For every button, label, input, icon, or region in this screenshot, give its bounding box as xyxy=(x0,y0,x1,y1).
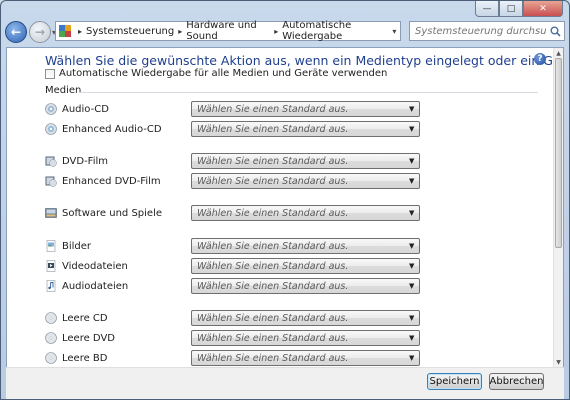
media-row-blank-dvd: Leere DVD Wählen Sie einen Standard aus.… xyxy=(45,329,563,347)
chevron-down-icon: ▼ xyxy=(409,125,415,133)
enhanced-dvd-film-default-select[interactable]: Wählen Sie einen Standard aus. ▼ xyxy=(191,173,420,189)
chevron-down-icon: ▼ xyxy=(409,177,415,185)
media-row-software: Software und Spiele Wählen Sie einen Sta… xyxy=(45,204,563,222)
dvd-film-default-select[interactable]: Wählen Sie einen Standard aus. ▼ xyxy=(191,153,420,169)
blank-bd-icon xyxy=(45,352,57,364)
search-box[interactable] xyxy=(409,21,565,41)
group-divider xyxy=(79,92,538,93)
chevron-down-icon: ▼ xyxy=(409,242,415,250)
video-files-default-select[interactable]: Wählen Sie einen Standard aus. ▼ xyxy=(191,258,420,274)
search-icon[interactable] xyxy=(546,26,564,37)
autoplay-all-checkbox[interactable] xyxy=(45,68,55,79)
page-title: Wählen Sie die gewünschte Aktion aus, we… xyxy=(45,53,563,68)
audio-files-icon xyxy=(46,280,56,292)
autoplay-all-option[interactable]: Automatische Wiedergabe für alle Medien … xyxy=(45,68,387,79)
media-row-video-files: Videodateien Wählen Sie einen Standard a… xyxy=(45,257,563,275)
audio-cd-default-select[interactable]: Wählen Sie einen Standard aus. ▼ xyxy=(191,101,420,117)
control-panel-icon xyxy=(59,25,71,37)
media-group-label: Medien xyxy=(45,85,82,96)
media-label: Audiodateien xyxy=(62,280,129,292)
pictures-default-select[interactable]: Wählen Sie einen Standard aus. ▼ xyxy=(191,238,420,254)
media-label: Leere DVD xyxy=(62,332,115,344)
software-default-select[interactable]: Wählen Sie einen Standard aus. ▼ xyxy=(191,205,420,221)
media-label: Audio-CD xyxy=(62,103,109,115)
media-label: Enhanced Audio-CD xyxy=(62,123,162,135)
blank-dvd-default-select[interactable]: Wählen Sie einen Standard aus. ▼ xyxy=(191,330,420,346)
maximize-button[interactable]: □ xyxy=(499,1,523,17)
scroll-thumb[interactable] xyxy=(555,58,562,248)
navigation-bar: ← → ▾ ▸ Systemsteuerung ▸ Hardware und S… xyxy=(5,18,565,46)
content-pane: Wählen Sie die gewünschte Aktion aus, we… xyxy=(6,47,564,368)
breadcrumb-autoplay[interactable]: Automatische Wiedergabe xyxy=(282,20,388,42)
breadcrumb-hardware-sound[interactable]: Hardware und Sound xyxy=(186,20,270,42)
media-label: Videodateien xyxy=(62,260,128,272)
chevron-down-icon: ▼ xyxy=(409,314,415,322)
blank-cd-icon xyxy=(45,312,57,324)
media-row-audio-files: Audiodateien Wählen Sie einen Standard a… xyxy=(45,277,563,295)
media-row-enhanced-dvd-film: Enhanced DVD-Film Wählen Sie einen Stand… xyxy=(45,172,563,190)
audio-cd-icon xyxy=(45,103,57,115)
pictures-icon xyxy=(46,240,56,252)
minimize-button[interactable]: — xyxy=(475,1,499,17)
close-button[interactable]: ✕ xyxy=(523,1,563,17)
chevron-down-icon: ▼ xyxy=(409,354,415,362)
media-row-blank-bd: Leere BD Wählen Sie einen Standard aus. ▼ xyxy=(45,349,563,367)
media-label: Leere CD xyxy=(62,312,108,324)
enhanced-dvd-film-icon xyxy=(45,176,57,187)
chevron-down-icon: ▼ xyxy=(409,262,415,270)
address-dropdown-icon[interactable]: ▾ xyxy=(388,22,400,40)
breadcrumb-control-panel[interactable]: Systemsteuerung xyxy=(86,26,174,37)
forward-button[interactable]: → xyxy=(29,21,51,43)
chevron-down-icon: ▼ xyxy=(409,334,415,342)
software-icon xyxy=(45,208,57,218)
scroll-up-icon[interactable]: ▲ xyxy=(554,48,563,58)
back-button[interactable]: ← xyxy=(5,21,27,43)
chevron-down-icon: ▼ xyxy=(409,282,415,290)
crumb-separator-icon[interactable]: ▸ xyxy=(274,27,278,36)
media-label: Bilder xyxy=(62,240,92,252)
media-row-audio-cd: Audio-CD Wählen Sie einen Standard aus. ▼ xyxy=(45,100,563,118)
media-label: Enhanced DVD-Film xyxy=(62,175,161,187)
blank-bd-default-select[interactable]: Wählen Sie einen Standard aus. ▼ xyxy=(191,350,420,366)
caption-buttons: — □ ✕ xyxy=(475,1,563,17)
crumb-separator-icon[interactable]: ▸ xyxy=(178,27,182,36)
vertical-scrollbar[interactable]: ▲ ▼ xyxy=(553,48,563,367)
chevron-down-icon: ▼ xyxy=(409,209,415,217)
address-bar[interactable]: ▸ Systemsteuerung ▸ Hardware und Sound ▸… xyxy=(55,20,401,42)
media-row-blank-cd: Leere CD Wählen Sie einen Standard aus. ▼ xyxy=(45,309,563,327)
blank-cd-default-select[interactable]: Wählen Sie einen Standard aus. ▼ xyxy=(191,310,420,326)
audio-files-default-select[interactable]: Wählen Sie einen Standard aus. ▼ xyxy=(191,278,420,294)
search-input[interactable] xyxy=(415,25,546,37)
media-row-enhanced-audio-cd: Enhanced Audio-CD Wählen Sie einen Stand… xyxy=(45,120,563,138)
save-button[interactable]: Speichern xyxy=(427,373,482,390)
autoplay-all-label[interactable]: Automatische Wiedergabe für alle Medien … xyxy=(59,68,387,79)
enhanced-audio-cd-default-select[interactable]: Wählen Sie einen Standard aus. ▼ xyxy=(191,121,420,137)
media-row-pictures: Bilder Wählen Sie einen Standard aus. ▼ xyxy=(45,237,563,255)
dvd-film-icon xyxy=(45,156,57,167)
cancel-button[interactable]: Abbrechen xyxy=(489,373,544,390)
media-label: DVD-Film xyxy=(62,155,108,167)
enhanced-audio-cd-icon xyxy=(45,123,57,135)
video-files-icon xyxy=(46,260,56,272)
media-row-dvd-film: DVD-Film Wählen Sie einen Standard aus. ▼ xyxy=(45,152,563,170)
media-label: Leere BD xyxy=(62,352,108,364)
media-label: Software und Spiele xyxy=(62,207,163,219)
blank-dvd-icon xyxy=(45,332,57,344)
chevron-down-icon: ▼ xyxy=(409,105,415,113)
crumb-separator-icon[interactable]: ▸ xyxy=(78,27,82,36)
chevron-down-icon: ▼ xyxy=(409,157,415,165)
help-icon[interactable]: ? xyxy=(534,53,546,65)
scroll-down-icon[interactable]: ▼ xyxy=(554,357,563,367)
footer-bar: Speichern Abbrechen xyxy=(6,367,564,399)
autoplay-window: — □ ✕ ← → ▾ ▸ Systemsteuerung ▸ Hardware… xyxy=(0,0,570,400)
